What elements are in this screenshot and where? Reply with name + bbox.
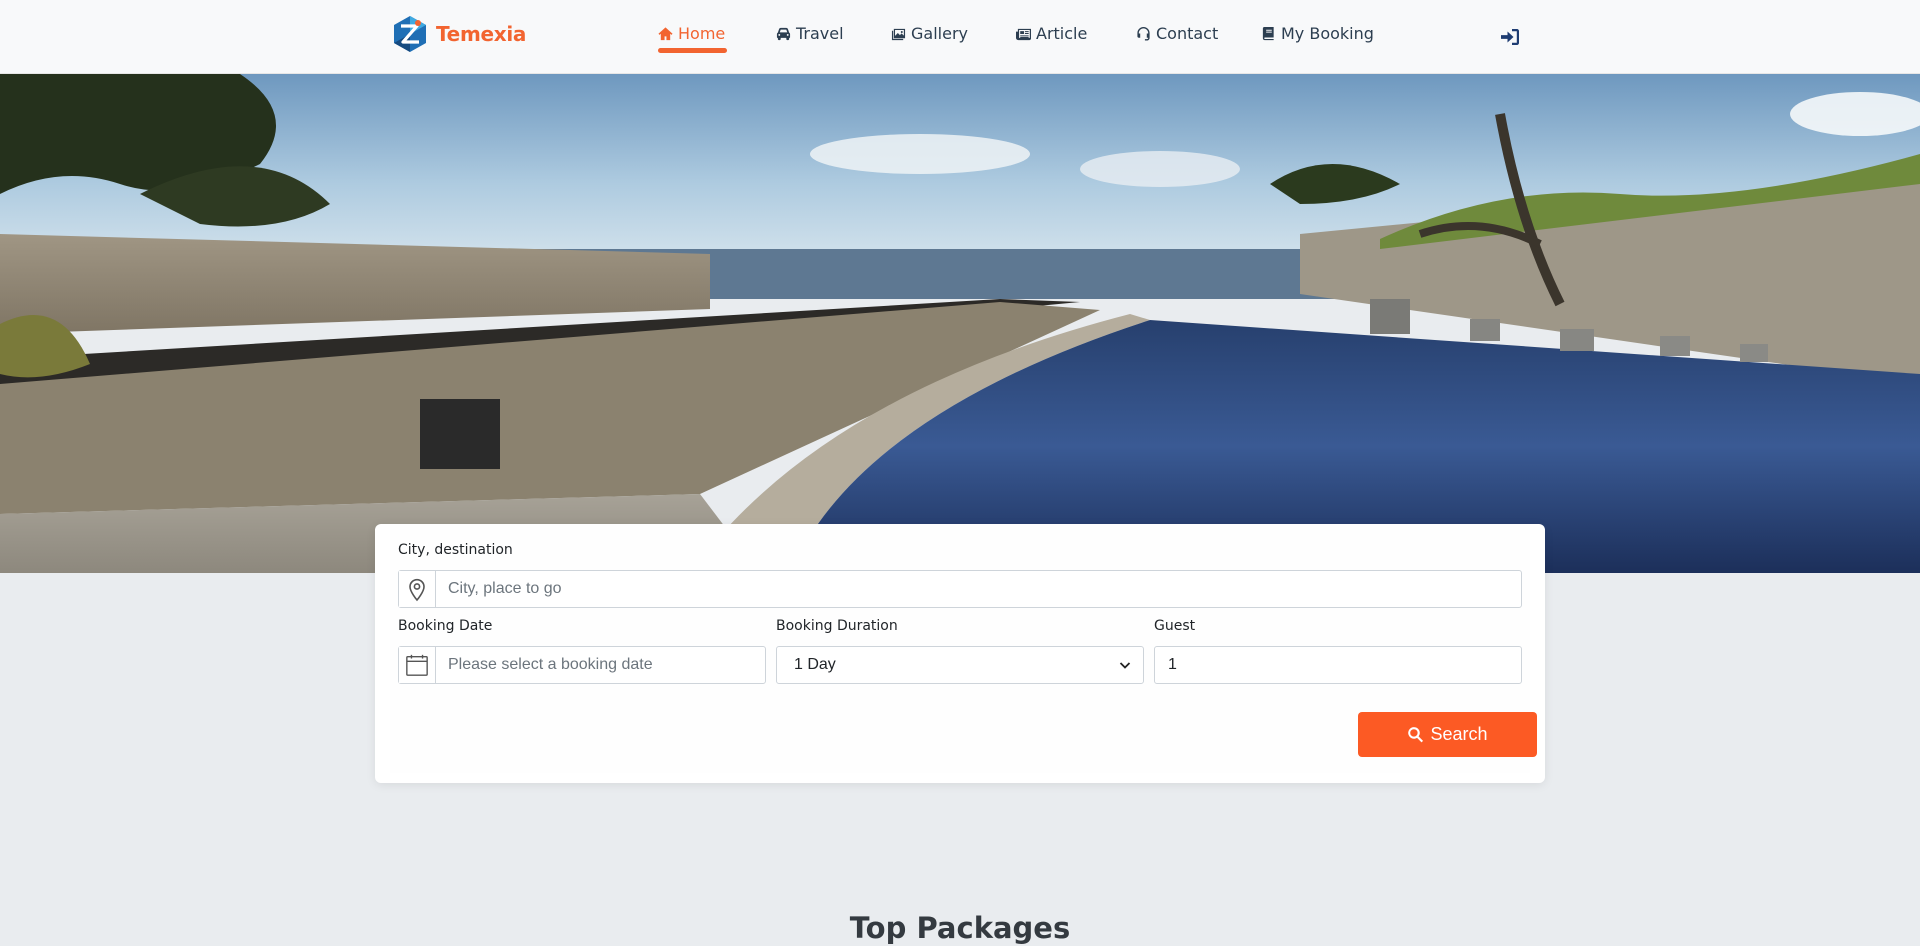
booking-search-form: City, destination Booking Date Booking D…: [390, 524, 1537, 773]
booking-date-input[interactable]: [436, 647, 765, 683]
login-button[interactable]: [1500, 28, 1522, 48]
search-button[interactable]: Search: [1358, 712, 1537, 757]
book-icon: [1262, 26, 1274, 40]
booking-duration-label: Booking Duration: [776, 618, 898, 634]
home-icon: [658, 26, 673, 40]
search-icon: [1408, 727, 1424, 743]
calendar-icon: [399, 647, 436, 683]
sign-in-icon: [1501, 29, 1519, 45]
nav-article-label: Article: [1036, 23, 1088, 43]
navbar: Temexia Home Travel Gallery Article Cont…: [0, 0, 1920, 74]
nav-contact-label: Contact: [1156, 23, 1219, 43]
brand-name: Temexia: [436, 22, 527, 46]
brand-logo-icon: [394, 16, 426, 52]
nav-my-booking[interactable]: My Booking: [1261, 20, 1374, 46]
nav-home[interactable]: Home: [658, 20, 725, 46]
booking-search-card: City, destination Booking Date Booking D…: [375, 524, 1545, 783]
guest-input[interactable]: [1154, 646, 1522, 684]
infinity-pool-photo: [0, 74, 1920, 573]
car-icon: [776, 27, 791, 40]
destination-label: City, destination: [398, 542, 513, 558]
destination-input[interactable]: [436, 571, 1521, 607]
top-packages-title: Top Packages: [849, 911, 1071, 945]
map-pin-icon: [399, 571, 436, 607]
booking-date-input-group: [398, 646, 766, 684]
nav-my-booking-label: My Booking: [1281, 23, 1374, 43]
images-icon: [891, 28, 906, 40]
chevron-down-icon: [1119, 662, 1131, 669]
nav-gallery[interactable]: Gallery: [891, 20, 968, 46]
newspaper-icon: [1016, 28, 1031, 40]
nav-home-label: Home: [678, 23, 726, 43]
active-nav-indicator: [658, 48, 727, 53]
search-button-label: Search: [1430, 724, 1488, 744]
booking-duration-value: 1 Day: [794, 656, 836, 673]
destination-input-group: [398, 570, 1522, 608]
hero-banner-image: [0, 74, 1920, 573]
guest-label: Guest: [1154, 618, 1196, 634]
headset-icon: [1137, 26, 1150, 41]
nav-contact[interactable]: Contact: [1136, 20, 1218, 46]
nav-travel[interactable]: Travel: [776, 20, 844, 46]
brand-logo-link[interactable]: Temexia: [390, 14, 526, 54]
nav-travel-label: Travel: [796, 23, 844, 43]
nav-article[interactable]: Article: [1016, 20, 1087, 46]
booking-duration-select[interactable]: 1 Day: [776, 646, 1144, 684]
booking-date-label: Booking Date: [398, 618, 493, 634]
nav-gallery-label: Gallery: [911, 23, 968, 43]
